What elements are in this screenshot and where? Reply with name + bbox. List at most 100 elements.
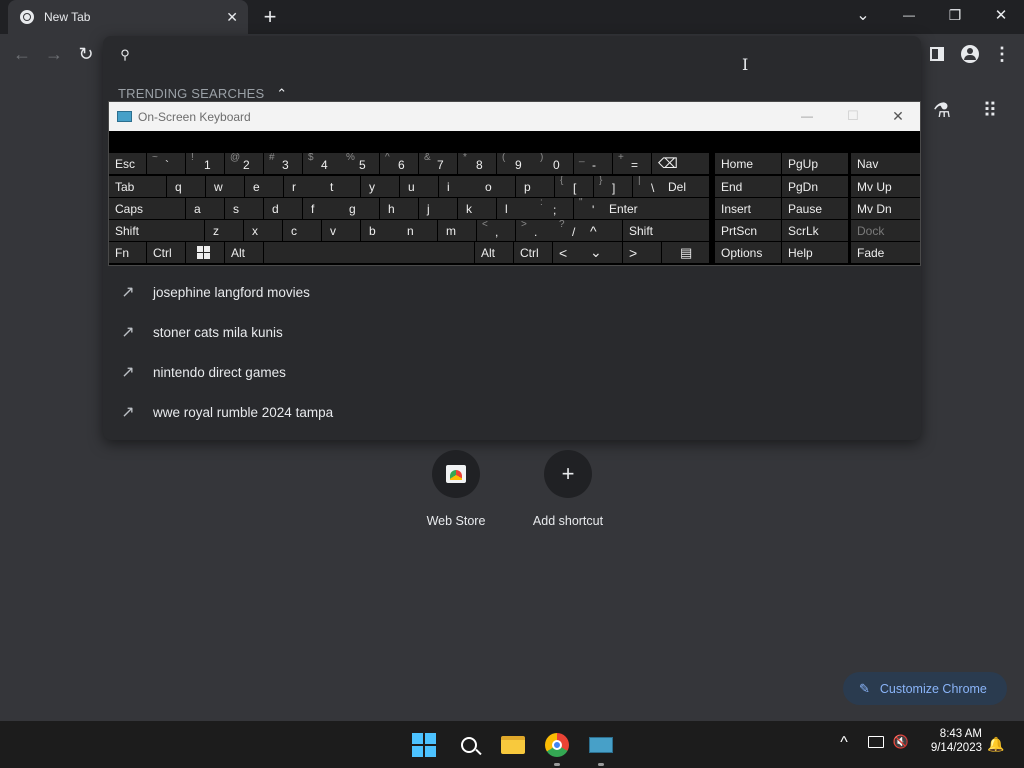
key-menu[interactable]: ▤ <box>662 242 709 263</box>
key-tab[interactable]: Tab <box>109 176 166 197</box>
key-ctrl-right[interactable]: Ctrl <box>514 242 552 263</box>
key-windows[interactable] <box>186 242 224 263</box>
taskbar-search[interactable] <box>453 729 485 761</box>
key-minus[interactable]: _ - <box>574 153 612 174</box>
key-v[interactable]: v <box>322 220 360 241</box>
key-fn[interactable]: Fn <box>109 242 146 263</box>
key-enter[interactable]: Enter <box>603 198 709 219</box>
tab-new-tab[interactable]: New Tab ✕ <box>8 0 248 34</box>
notification-bell-icon[interactable]: 🔔 <box>987 735 1004 753</box>
reload-icon[interactable]: ↻ <box>74 42 98 66</box>
key-options[interactable]: Options <box>715 242 781 263</box>
side-panel-icon[interactable] <box>925 42 949 66</box>
key-l[interactable]: l <box>497 198 535 219</box>
key-q[interactable]: q <box>167 176 205 197</box>
osk-maximize-button[interactable]: ☐ <box>845 108 861 124</box>
key-4[interactable]: $4 <box>303 153 341 174</box>
key-period[interactable]: >. <box>516 220 554 241</box>
key-w[interactable]: w <box>206 176 244 197</box>
close-window-button[interactable]: ✕ <box>988 2 1014 28</box>
key-3[interactable]: #3 <box>264 153 302 174</box>
volume-muted-icon[interactable]: 🔇 <box>893 733 909 751</box>
labs-icon[interactable]: ⚗ <box>928 96 956 124</box>
key-z[interactable]: z <box>205 220 243 241</box>
key-s[interactable]: s <box>225 198 263 219</box>
apps-icon[interactable]: ⠿ <box>976 96 1004 124</box>
osk-minimize-button[interactable]: — <box>799 108 815 124</box>
osk-taskbar-button[interactable] <box>585 729 617 761</box>
add-shortcut-button[interactable]: + <box>544 450 592 498</box>
key-5[interactable]: % 5 <box>341 153 379 174</box>
key-home[interactable]: Home <box>715 153 781 174</box>
key-esc[interactable]: Esc <box>109 153 146 174</box>
key-fade[interactable]: Fade <box>851 242 920 263</box>
key-c[interactable]: c <box>283 220 321 241</box>
key-6[interactable]: ^ 6 <box>380 153 418 174</box>
key-insert[interactable]: Insert <box>715 198 781 219</box>
key-equals[interactable]: + = <box>613 153 651 174</box>
key-backspace[interactable]: ⌫ <box>652 153 709 174</box>
key-scrlk[interactable]: ScrLk <box>782 220 848 241</box>
key-g[interactable]: g <box>341 198 379 219</box>
chevron-up-icon[interactable]: ⌃ <box>276 86 287 101</box>
key-dock[interactable]: Dock <box>851 220 920 241</box>
osk-close-button[interactable]: ✕ <box>890 108 906 124</box>
key-0[interactable]: ) 0 <box>535 153 573 174</box>
key-help[interactable]: Help <box>782 242 848 263</box>
key-h[interactable]: h <box>380 198 418 219</box>
key-tilde[interactable]: ~ ` <box>147 153 185 174</box>
key-mv-dn[interactable]: Mv Dn <box>851 198 920 219</box>
key-prtscn[interactable]: PrtScn <box>715 220 781 241</box>
key-pgdn[interactable]: PgDn <box>782 176 848 197</box>
key-y[interactable]: y <box>361 176 399 197</box>
suggestion-item[interactable]: ↗ stoner cats mila kunis <box>103 312 921 352</box>
key-k[interactable]: k <box>458 198 496 219</box>
omnibox-input[interactable] <box>143 42 903 68</box>
key-x[interactable]: x <box>244 220 282 241</box>
key-i[interactable]: i <box>439 176 477 197</box>
key-8[interactable]: * 8 <box>458 153 496 174</box>
key-caps[interactable]: Caps <box>109 198 185 219</box>
forward-icon[interactable]: → <box>42 42 66 66</box>
key-space[interactable] <box>264 242 474 263</box>
key-b[interactable]: b <box>361 220 399 241</box>
key-end[interactable]: End <box>715 176 781 197</box>
start-button[interactable] <box>408 729 440 761</box>
key-d[interactable]: d <box>264 198 302 219</box>
menu-icon[interactable]: ⋮ <box>990 42 1014 66</box>
key-u[interactable]: u <box>400 176 438 197</box>
key-comma[interactable]: <, <box>477 220 515 241</box>
key-t[interactable]: t <box>322 176 360 197</box>
key-delete[interactable]: Del <box>662 176 709 197</box>
key-shift-right[interactable]: Shift <box>623 220 709 241</box>
key-ctrl-left[interactable]: Ctrl <box>147 242 185 263</box>
restore-button[interactable]: ❐ <box>942 2 968 28</box>
key-o[interactable]: o <box>477 176 515 197</box>
key-j[interactable]: j <box>419 198 457 219</box>
key-nav[interactable]: Nav <box>851 153 920 174</box>
file-explorer-button[interactable] <box>497 729 529 761</box>
shortcut-web-store[interactable] <box>432 450 480 498</box>
network-icon[interactable] <box>868 736 884 748</box>
key-semicolon[interactable]: :; <box>535 198 573 219</box>
key-1[interactable]: ! 1 <box>186 153 224 174</box>
key-up-arrow[interactable]: ^ <box>584 220 622 241</box>
key-2[interactable]: @2 <box>225 153 263 174</box>
key-alt-right[interactable]: Alt <box>475 242 513 263</box>
key-shift-left[interactable]: Shift <box>109 220 204 241</box>
profile-icon[interactable] <box>958 42 982 66</box>
key-a[interactable]: a <box>186 198 224 219</box>
key-e[interactable]: e <box>245 176 283 197</box>
search-tabs-icon[interactable]: ⌄ <box>850 2 876 28</box>
osk-titlebar[interactable]: On-Screen Keyboard — ☐ ✕ <box>109 102 920 131</box>
suggestion-item[interactable]: ↗ wwe royal rumble 2024 tampa <box>103 392 921 432</box>
close-tab-icon[interactable]: ✕ <box>226 9 238 26</box>
new-tab-button[interactable]: + <box>258 3 282 31</box>
key-9[interactable]: (9 <box>497 153 535 174</box>
key-right-arrow[interactable]: > <box>623 242 661 263</box>
key-alt-left[interactable]: Alt <box>225 242 263 263</box>
key-r[interactable]: r <box>284 176 322 197</box>
clock[interactable]: 8:43 AM 9/14/2023 <box>916 728 982 754</box>
key-7[interactable]: & 7 <box>419 153 457 174</box>
key-left-bracket[interactable]: {[ <box>555 176 593 197</box>
